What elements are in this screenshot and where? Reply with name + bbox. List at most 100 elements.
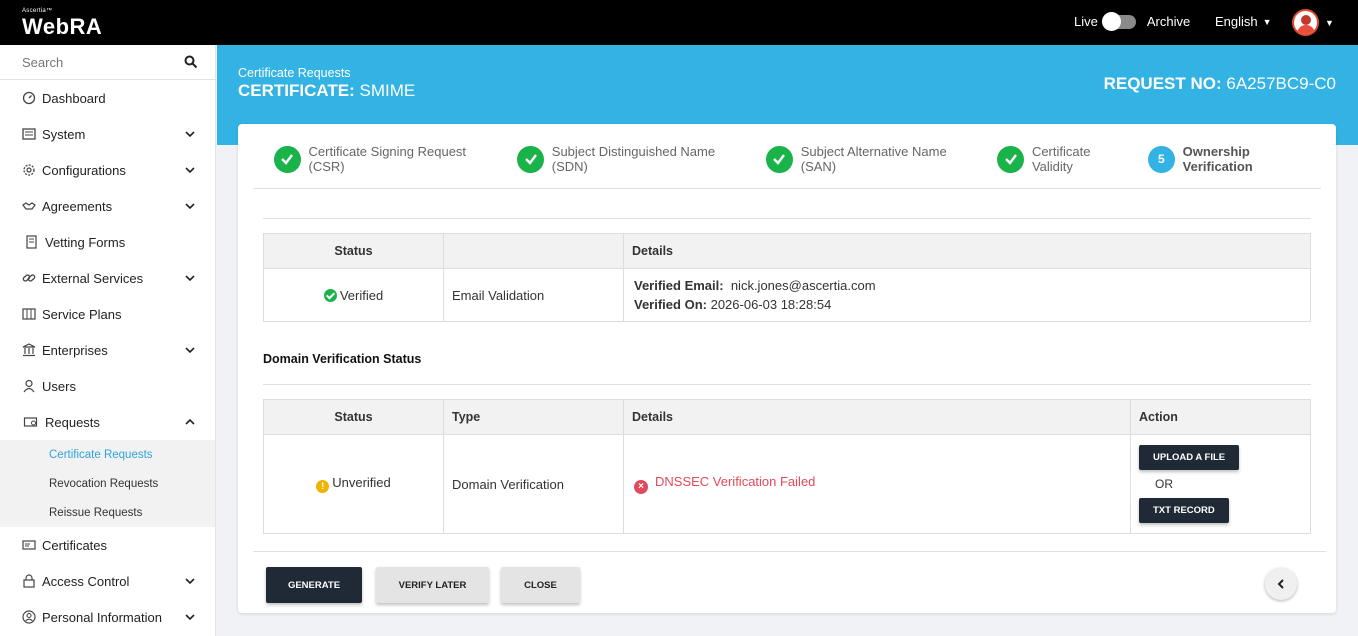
request-number: REQUEST NO: 6A257BC9-C0	[1104, 74, 1336, 94]
language-selector[interactable]: English ▼	[1215, 14, 1272, 29]
chevron-down-icon	[185, 275, 195, 282]
wizard-card: Certificate Signing Request (CSR) Subjec…	[238, 124, 1336, 613]
step-label: Subject Distinguished Name (SDN)	[551, 144, 716, 174]
chevron-left-icon	[1277, 579, 1284, 589]
sidebar-item-label: Access Control	[42, 573, 130, 589]
chevron-down-icon	[185, 203, 195, 210]
divider	[253, 551, 1326, 552]
check-icon	[517, 145, 544, 173]
step-ownership-verification[interactable]: 5 Ownership Verification	[1148, 144, 1321, 174]
caret-down-icon: ▼	[1325, 17, 1334, 28]
sidebar-item-label: Configurations	[42, 162, 126, 178]
gear-icon	[23, 164, 35, 176]
sidebar-item-label: Enterprises	[42, 342, 108, 358]
email-label: Verified Email:	[634, 278, 724, 293]
sidebar-item-personal-information[interactable]: Personal Information	[0, 599, 215, 635]
step-label: Certificate Signing Request (CSR)	[308, 144, 467, 174]
chevron-down-icon	[185, 167, 195, 174]
avatar[interactable]	[1292, 9, 1319, 36]
sidebar-item-dashboard[interactable]: Dashboard	[0, 80, 215, 116]
sidebar-item-certificates[interactable]: Certificates	[0, 527, 215, 563]
page-title: CERTIFICATE: SMIME	[238, 81, 415, 101]
link-icon	[22, 274, 36, 282]
check-icon	[997, 145, 1024, 173]
sidebar-item-system[interactable]: System	[0, 116, 215, 152]
top-bar: Ascertia™ WebRA Live Archive English ▼ ▼	[0, 0, 1358, 45]
error-icon: ×	[634, 480, 648, 494]
sidebar-item-users[interactable]: Users	[0, 368, 215, 404]
chevron-up-icon	[185, 418, 195, 425]
toggle-switch[interactable]	[1101, 11, 1136, 31]
sidebar-search	[0, 45, 215, 80]
sidebar-subitem-certificate-requests[interactable]: Certificate Requests	[0, 440, 215, 469]
search-icon[interactable]	[184, 55, 198, 69]
action-cell: UPLOAD A FILE OR TXT RECORD	[1130, 434, 1311, 534]
check-icon	[766, 145, 793, 173]
sidebar-item-external-services[interactable]: External Services	[0, 260, 215, 296]
sidebar-item-label: Requests	[45, 414, 100, 430]
verified-on-label: Verified On:	[634, 297, 707, 312]
status-text: Unverified	[332, 475, 391, 490]
step-csr[interactable]: Certificate Signing Request (CSR)	[274, 144, 502, 174]
sidebar-item-agreements[interactable]: Agreements	[0, 188, 215, 224]
plans-icon	[22, 308, 36, 320]
live-archive-toggle[interactable]: Live Archive	[1074, 11, 1190, 31]
chevron-down-icon	[185, 578, 195, 585]
details-cell: × DNSSEC Verification Failed	[623, 434, 1131, 534]
logo-text: WebRA	[22, 14, 103, 39]
sidebar-subitem-reissue-requests[interactable]: Reissue Requests	[0, 498, 215, 527]
breadcrumb[interactable]: Certificate Requests	[238, 66, 351, 80]
wizard-steps: Certificate Signing Request (CSR) Subjec…	[274, 144, 1336, 174]
status-text: Verified	[339, 287, 384, 303]
system-icon	[22, 128, 36, 140]
close-button[interactable]: CLOSE	[501, 567, 580, 603]
chevron-down-icon	[185, 614, 195, 621]
sidebar-subitem-revocation-requests[interactable]: Revocation Requests	[0, 469, 215, 498]
users-icon	[23, 379, 35, 393]
back-button[interactable]	[1265, 568, 1297, 600]
request-value: 6A257BC9-C0	[1226, 74, 1336, 93]
sidebar-item-access-control[interactable]: Access Control	[0, 563, 215, 599]
verified-on-value: 2026-06-03 18:28:54	[710, 297, 832, 312]
email-verification-table: Status Details Verified Email Validation…	[263, 233, 1311, 322]
table-header-row: Status Details	[263, 233, 1311, 269]
section-title: Domain Verification Status	[263, 352, 422, 366]
column-header: Details	[623, 233, 1311, 269]
table-header-row: Status Type Details Action	[263, 399, 1311, 435]
divider	[253, 188, 1321, 189]
search-input[interactable]	[0, 45, 170, 79]
sidebar-item-vetting-forms[interactable]: Vetting Forms	[0, 224, 215, 260]
dashboard-icon	[22, 91, 36, 105]
generate-button[interactable]: GENERATE	[266, 567, 362, 603]
caret-down-icon: ▼	[1262, 16, 1272, 27]
sidebar-item-enterprises[interactable]: Enterprises	[0, 332, 215, 368]
requests-icon	[23, 417, 38, 427]
sidebar-item-configurations[interactable]: Configurations	[0, 152, 215, 188]
table-row: Verified Email Validation Verified Email…	[263, 268, 1311, 322]
sidebar-item-label: Vetting Forms	[45, 234, 126, 250]
divider	[263, 384, 1311, 385]
user-menu[interactable]: ▼	[1292, 9, 1334, 36]
step-validity[interactable]: Certificate Validity	[997, 144, 1133, 174]
requests-submenu: Certificate Requests Revocation Requests…	[0, 440, 215, 527]
txt-record-button[interactable]: TXT RECORD	[1139, 498, 1229, 523]
type-cell: Email Validation	[443, 268, 624, 322]
type-cell: Domain Verification	[443, 434, 624, 534]
sidebar-item-label: System	[42, 126, 86, 142]
sidebar-item-service-plans[interactable]: Service Plans	[0, 296, 215, 332]
step-sdn[interactable]: Subject Distinguished Name (SDN)	[517, 144, 751, 174]
verify-later-button[interactable]: VERIFY LATER	[376, 567, 489, 603]
sidebar-item-label: Agreements	[42, 198, 113, 214]
logo: Ascertia™ WebRA	[22, 8, 102, 40]
check-icon	[274, 145, 301, 173]
form-icon	[26, 235, 37, 249]
column-header: Type	[443, 399, 624, 435]
upload-file-button[interactable]: UPLOAD A FILE	[1139, 445, 1240, 470]
step-san[interactable]: Subject Alternative Name (SAN)	[766, 144, 982, 174]
certificate-icon	[22, 540, 36, 550]
verified-icon	[323, 288, 337, 302]
sidebar: Dashboard System Configurations Agreemen…	[0, 45, 216, 636]
or-label: OR	[1155, 477, 1173, 491]
sidebar-item-requests[interactable]: Requests	[0, 404, 215, 440]
step-label: Subject Alternative Name (SAN)	[800, 144, 947, 174]
